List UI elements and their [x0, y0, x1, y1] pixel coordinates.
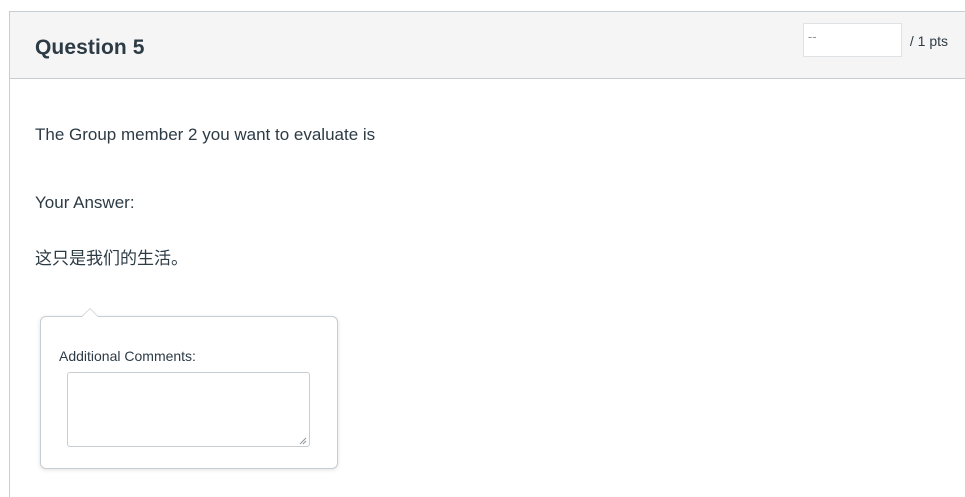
- popover-arrow: [81, 308, 99, 317]
- resize-grip-icon[interactable]: [299, 437, 307, 445]
- answer-label: Your Answer:: [35, 193, 135, 212]
- additional-comments-textarea[interactable]: [67, 372, 310, 447]
- points-input[interactable]: [802, 23, 902, 57]
- additional-comments-label: Additional Comments:: [59, 348, 196, 364]
- answer-text: 这只是我们的生活。: [35, 249, 188, 269]
- question-header: Question 5 / 1 pts: [10, 12, 965, 79]
- additional-comments-popover: Additional Comments:: [40, 308, 338, 469]
- question-title: Question 5: [35, 36, 145, 59]
- question-text: The Group member 2 you want to evaluate …: [35, 125, 376, 144]
- points-suffix: / 1 pts: [909, 33, 948, 49]
- points-group: / 1 pts: [802, 23, 948, 59]
